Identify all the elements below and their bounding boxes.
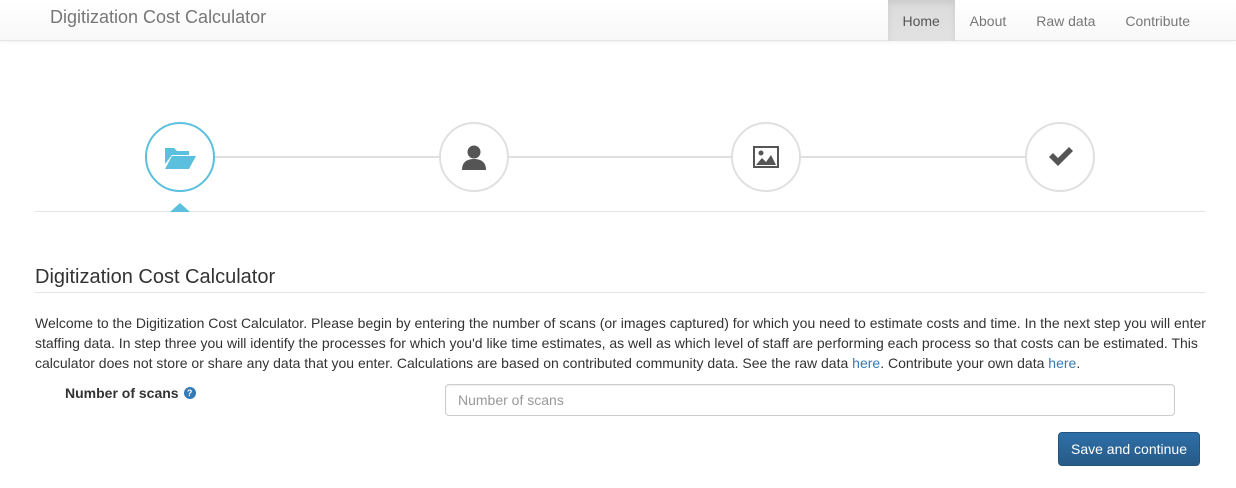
wizard-step-1[interactable]	[145, 122, 215, 192]
raw-data-link[interactable]: here	[852, 355, 880, 371]
active-step-indicator	[170, 203, 190, 212]
check-icon	[1047, 147, 1073, 167]
wizard-connector	[801, 156, 1025, 158]
wizard-connector	[215, 156, 439, 158]
wizard-connector	[509, 156, 731, 158]
save-and-continue-button[interactable]: Save and continue	[1058, 432, 1200, 466]
wizard-divider	[35, 211, 1206, 212]
intro-text: .	[1076, 355, 1081, 371]
contribute-link[interactable]: here	[1048, 355, 1076, 371]
number-of-scans-label-group: Number of scans ?	[65, 385, 196, 401]
wizard-step-3[interactable]	[731, 122, 801, 192]
wizard-step-2[interactable]	[439, 122, 509, 192]
wizard-step-4[interactable]	[1025, 122, 1095, 192]
nav-menu: Home About Raw data Contribute	[887, 0, 1205, 41]
page-title: Digitization Cost Calculator	[35, 266, 276, 288]
intro-text: . Contribute your own data	[880, 355, 1049, 371]
nav-item-about[interactable]: About	[955, 0, 1022, 41]
picture-icon	[753, 146, 779, 168]
title-divider	[35, 292, 1206, 293]
nav-item-contribute[interactable]: Contribute	[1110, 0, 1205, 41]
question-circle-icon[interactable]: ?	[183, 387, 196, 399]
nav-item-home[interactable]: Home	[887, 0, 955, 41]
folder-open-icon	[163, 144, 197, 170]
number-of-scans-label: Number of scans	[65, 385, 179, 401]
navbar: Digitization Cost Calculator Home About …	[0, 0, 1236, 41]
brand-title[interactable]: Digitization Cost Calculator	[50, 7, 266, 28]
user-icon	[460, 143, 488, 171]
nav-item-raw-data[interactable]: Raw data	[1021, 0, 1110, 41]
number-of-scans-input[interactable]	[445, 384, 1175, 416]
intro-paragraph: Welcome to the Digitization Cost Calcula…	[35, 313, 1206, 373]
wizard-steps	[35, 120, 1206, 212]
